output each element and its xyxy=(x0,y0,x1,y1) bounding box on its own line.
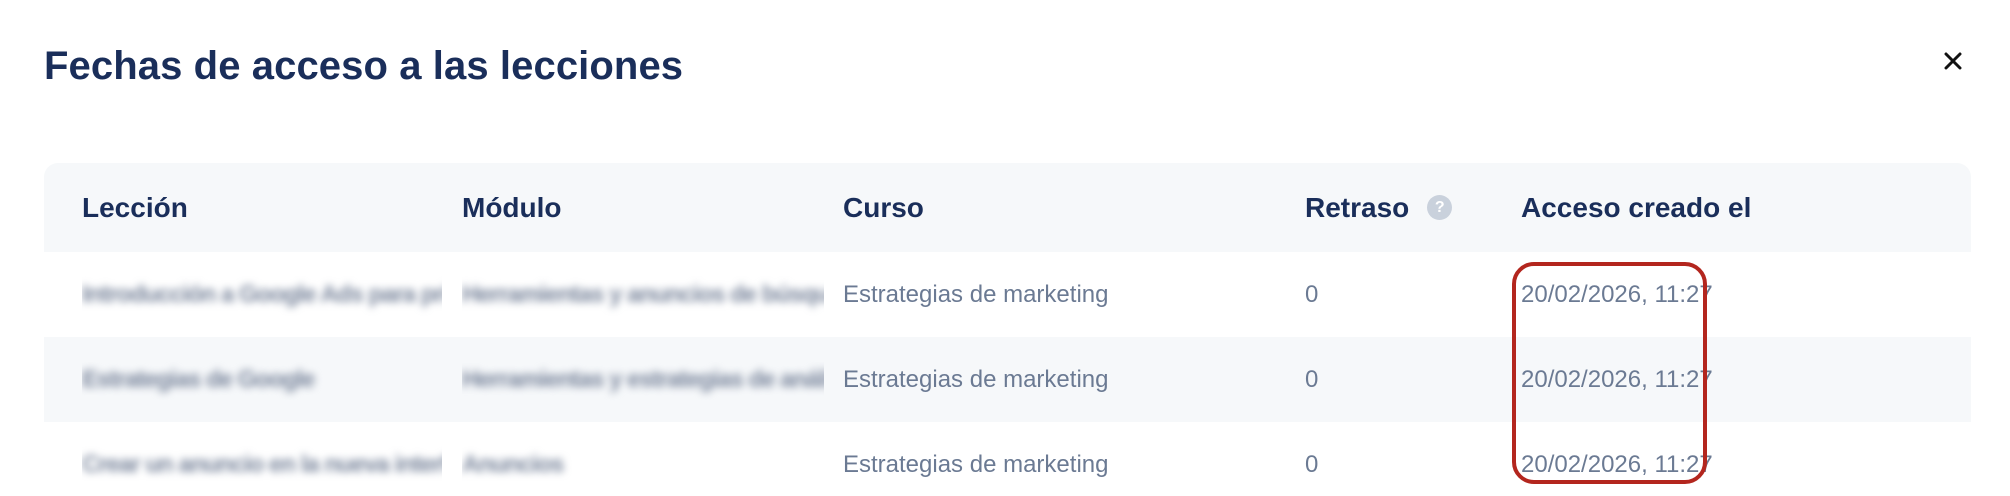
header-delay-label: Retraso xyxy=(1305,191,1410,223)
header-course: Curso xyxy=(843,191,924,223)
delay-cell: 0 xyxy=(1305,365,1319,393)
access-created-cell: 20/02/2026, 11:27 xyxy=(1521,450,1713,478)
lesson-cell: Crear un anuncio en la nueva interfaz xyxy=(82,422,442,496)
module-cell: Herramientas y estrategias de análisis xyxy=(462,337,824,422)
module-name-redacted: Herramientas y anuncios de búsqueda en xyxy=(462,280,824,308)
lesson-cell: Estrategias de Google xyxy=(82,337,442,422)
access-created-cell: 20/02/2026, 11:27 xyxy=(1521,280,1713,308)
module-cell: Anuncios xyxy=(462,422,824,496)
table-row: Crear un anuncio en la nueva interfaz An… xyxy=(44,422,1971,496)
lesson-access-dates-modal: Fechas de acceso a las lecciones Lección… xyxy=(0,0,2010,496)
module-cell: Herramientas y anuncios de búsqueda en xyxy=(462,252,824,337)
header-access-created: Acceso creado el xyxy=(1521,191,1752,223)
delay-cell: 0 xyxy=(1305,450,1319,478)
header-delay: Retraso ? xyxy=(1305,163,1505,252)
header-module: Módulo xyxy=(462,191,562,223)
close-icon xyxy=(1944,52,1962,70)
lesson-cell: Introducción a Google Ads para principia… xyxy=(82,252,442,337)
module-name-redacted: Herramientas y estrategias de análisis xyxy=(462,365,824,393)
table-row: Estrategias de Google Herramientas y est… xyxy=(44,337,1971,422)
access-created-cell: 20/02/2026, 11:27 xyxy=(1521,365,1713,393)
header-lesson: Lección xyxy=(82,191,188,223)
course-cell: Estrategias de marketing xyxy=(843,365,1109,393)
table-header-row: Lección Módulo Curso Retraso ? Acceso cr… xyxy=(44,163,1971,252)
lesson-name-redacted: Estrategias de Google xyxy=(82,365,315,393)
help-icon[interactable]: ? xyxy=(1427,195,1453,220)
access-dates-table: Lección Módulo Curso Retraso ? Acceso cr… xyxy=(44,163,1971,496)
course-cell: Estrategias de marketing xyxy=(843,450,1109,478)
close-button[interactable] xyxy=(1936,44,1970,78)
table-row: Introducción a Google Ads para principia… xyxy=(44,252,1971,337)
delay-cell: 0 xyxy=(1305,280,1319,308)
lesson-name-redacted: Introducción a Google Ads para principia… xyxy=(82,280,442,308)
module-name-redacted: Anuncios xyxy=(462,450,564,478)
course-cell: Estrategias de marketing xyxy=(843,280,1109,308)
lesson-name-redacted: Crear un anuncio en la nueva interfaz xyxy=(82,450,442,478)
modal-title: Fechas de acceso a las lecciones xyxy=(44,44,684,88)
